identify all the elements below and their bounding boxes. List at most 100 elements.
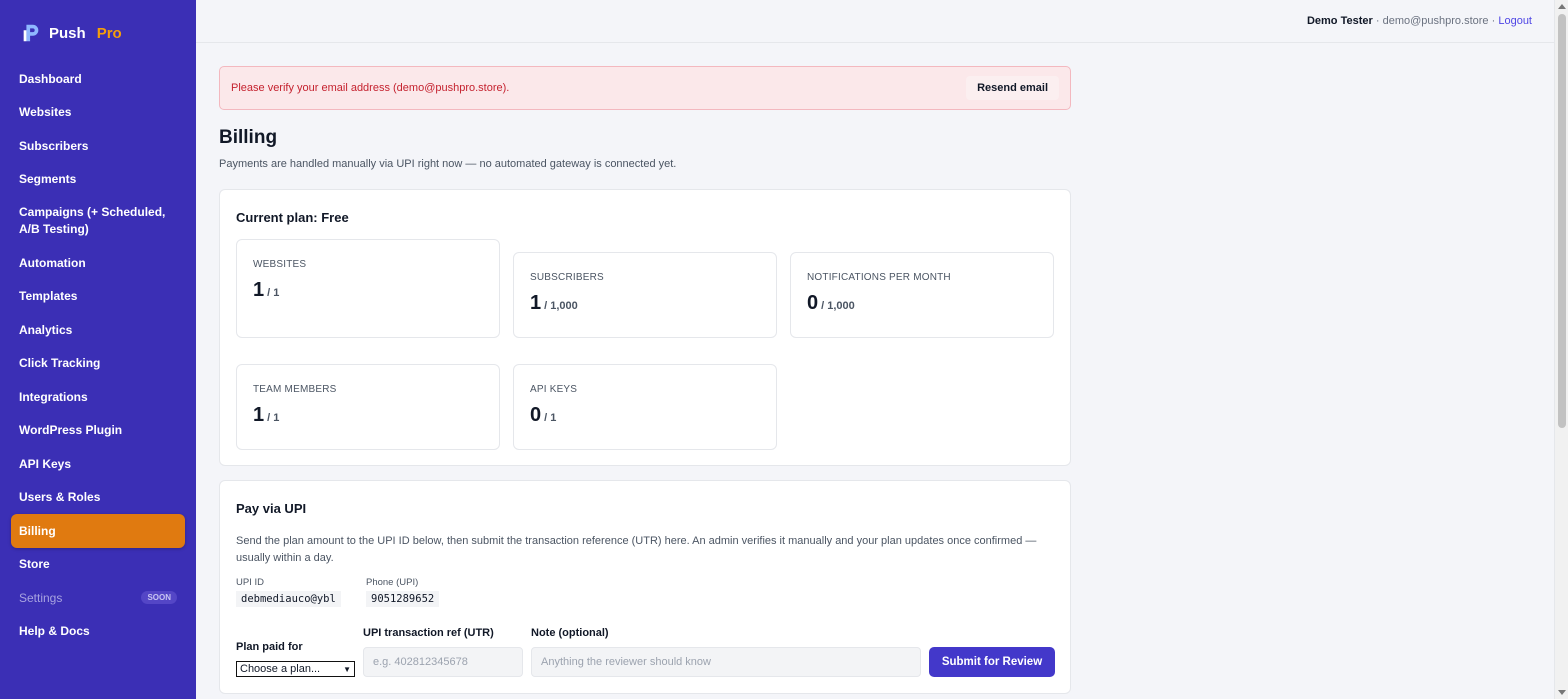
sidebar-item-integrations[interactable]: Integrations	[11, 380, 185, 414]
scroll-thumb[interactable]	[1558, 14, 1566, 428]
separator: ·	[1375, 15, 1380, 27]
sidebar-item-label: Websites	[19, 105, 72, 120]
sidebar-nav: Dashboard Websites Subscribers Segments …	[11, 62, 185, 648]
stat-label: NOTIFICATIONS PER MONTH	[807, 272, 951, 283]
stat-subscribers: SUBSCRIBERS 1/ 1,000	[513, 252, 777, 338]
sidebar-item-subscribers[interactable]: Subscribers	[11, 129, 185, 163]
upi-id-label: UPI ID	[236, 577, 264, 588]
sidebar-item-help-docs[interactable]: Help & Docs	[11, 615, 185, 649]
separator: ·	[1491, 15, 1496, 27]
note-label: Note (optional)	[531, 627, 609, 639]
upi-id-block: UPI ID debmediauco@ybl	[236, 577, 341, 607]
sidebar-item-websites[interactable]: Websites	[11, 96, 185, 130]
sidebar-item-analytics[interactable]: Analytics	[11, 313, 185, 347]
sidebar-item-label: Automation	[19, 255, 86, 270]
user-email: demo@pushpro.store	[1382, 15, 1489, 27]
page-scrollbar[interactable]	[1554, 0, 1568, 699]
upi-id-value: debmediauco@ybl	[236, 591, 341, 607]
logout-link[interactable]: Logout	[1498, 15, 1532, 27]
stat-value: 1/ 1,000	[530, 292, 760, 315]
plan-label: Plan paid for	[236, 641, 303, 653]
soon-badge: SOON	[141, 591, 177, 605]
sidebar-item-label: Click Tracking	[19, 356, 101, 371]
push-logo-icon	[23, 24, 39, 42]
stat-limit: / 1,000	[544, 300, 578, 312]
sidebar-item-api-keys[interactable]: API Keys	[11, 447, 185, 481]
sidebar-item-segments[interactable]: Segments	[11, 163, 185, 197]
user-info: Demo Tester · demo@pushpro.store · Logou…	[1307, 15, 1532, 27]
sidebar-item-campaigns[interactable]: Campaigns (+ Scheduled, A/B Testing)	[11, 196, 185, 246]
sidebar-item-dashboard[interactable]: Dashboard	[11, 62, 185, 96]
scroll-down-icon[interactable]	[1558, 690, 1566, 695]
user-name: Demo Tester	[1306, 15, 1373, 27]
stat-team-members: TEAM MEMBERS 1/ 1	[236, 364, 500, 450]
sidebar-item-click-tracking[interactable]: Click Tracking	[11, 347, 185, 381]
stat-limit: / 1	[267, 287, 280, 299]
sidebar-item-label: Campaigns (+ Scheduled, A/B Testing)	[19, 205, 166, 236]
upi-phone-block: Phone (UPI) 9051289652	[366, 577, 440, 607]
sidebar-item-label: Users & Roles	[19, 490, 101, 505]
sidebar-item-label: Analytics	[19, 322, 73, 337]
sidebar-item-label: Help & Docs	[19, 624, 90, 639]
chevron-down-icon: ▼	[343, 664, 351, 674]
resend-email-button[interactable]: Resend email	[966, 76, 1059, 100]
stat-label: WEBSITES	[253, 259, 307, 270]
submit-for-review-button[interactable]: Submit for Review	[929, 647, 1055, 677]
upi-phone-label: Phone (UPI)	[366, 577, 419, 588]
stat-label: TEAM MEMBERS	[253, 384, 337, 395]
stat-label: API KEYS	[530, 384, 578, 395]
stat-api-keys: API KEYS 0/ 1	[513, 364, 777, 450]
page-subtitle: Payments are handled manually via UPI ri…	[219, 158, 677, 170]
utr-label: UPI transaction ref (UTR)	[363, 627, 494, 639]
note-input[interactable]: Anything the reviewer should know	[531, 647, 921, 677]
stat-websites: WEBSITES 1/ 1	[236, 239, 500, 338]
sidebar-item-label: WordPress Plugin	[19, 423, 123, 438]
sidebar: Push Pro Dashboard Websites Subscribers …	[0, 0, 196, 699]
sidebar-item-label: Settings	[19, 590, 63, 605]
stat-limit: / 1	[267, 412, 280, 424]
sidebar-item-label: API Keys	[19, 456, 72, 471]
brand-suffix: Pro	[96, 24, 122, 42]
stat-number: 1	[530, 292, 542, 314]
plan-select[interactable]: Choose a plan... ▼	[236, 661, 355, 677]
upi-description: Send the plan amount to the UPI ID below…	[236, 535, 1037, 564]
stat-number: 0	[530, 404, 542, 426]
stat-value: 1/ 1	[253, 404, 483, 427]
sidebar-item-label: Integrations	[19, 389, 88, 404]
stat-limit: / 1,000	[821, 300, 855, 312]
sidebar-item-templates[interactable]: Templates	[11, 280, 185, 314]
sidebar-item-label: Segments	[19, 172, 77, 187]
stat-number: 0	[807, 292, 819, 314]
stat-number: 1	[253, 279, 265, 301]
sidebar-item-label: Store	[19, 557, 50, 572]
plan-select-value: Choose a plan...	[240, 663, 321, 675]
brand[interactable]: Push Pro	[20, 22, 122, 44]
stat-limit: / 1	[544, 412, 557, 424]
pay-via-upi-card: Pay via UPI Send the plan amount to the …	[219, 480, 1071, 694]
sidebar-item-automation[interactable]: Automation	[11, 246, 185, 280]
sidebar-item-label: Billing	[19, 523, 56, 538]
sidebar-item-billing[interactable]: Billing	[11, 514, 185, 548]
sidebar-item-settings: Settings SOON	[11, 581, 185, 615]
sidebar-item-label: Subscribers	[19, 138, 89, 153]
stat-value: 0/ 1,000	[807, 292, 1037, 315]
topbar: Demo Tester · demo@pushpro.store · Logou…	[196, 0, 1554, 43]
main-content: Please verify your email address (demo@p…	[219, 66, 1071, 694]
page-title: Billing	[219, 127, 278, 148]
stat-label: SUBSCRIBERS	[530, 272, 604, 283]
alert-message: Please verify your email address (demo@p…	[231, 82, 510, 94]
sidebar-item-store[interactable]: Store	[11, 548, 185, 582]
upi-title: Pay via UPI	[236, 501, 307, 516]
stat-value: 1/ 1	[253, 279, 483, 302]
current-plan-card: Current plan: Free WEBSITES 1/ 1 SUBSCRI…	[219, 189, 1071, 466]
sidebar-item-users-roles[interactable]: Users & Roles	[11, 481, 185, 515]
brand-name: Push	[49, 24, 86, 42]
verify-email-alert: Please verify your email address (demo@p…	[219, 66, 1071, 110]
utr-input[interactable]: e.g. 402812345678	[363, 647, 523, 677]
scroll-up-icon[interactable]	[1558, 4, 1566, 9]
current-plan-title: Current plan: Free	[236, 210, 349, 225]
stat-number: 1	[253, 404, 265, 426]
sidebar-item-label: Dashboard	[19, 71, 82, 86]
sidebar-item-wordpress-plugin[interactable]: WordPress Plugin	[11, 414, 185, 448]
sidebar-item-label: Templates	[19, 289, 78, 304]
